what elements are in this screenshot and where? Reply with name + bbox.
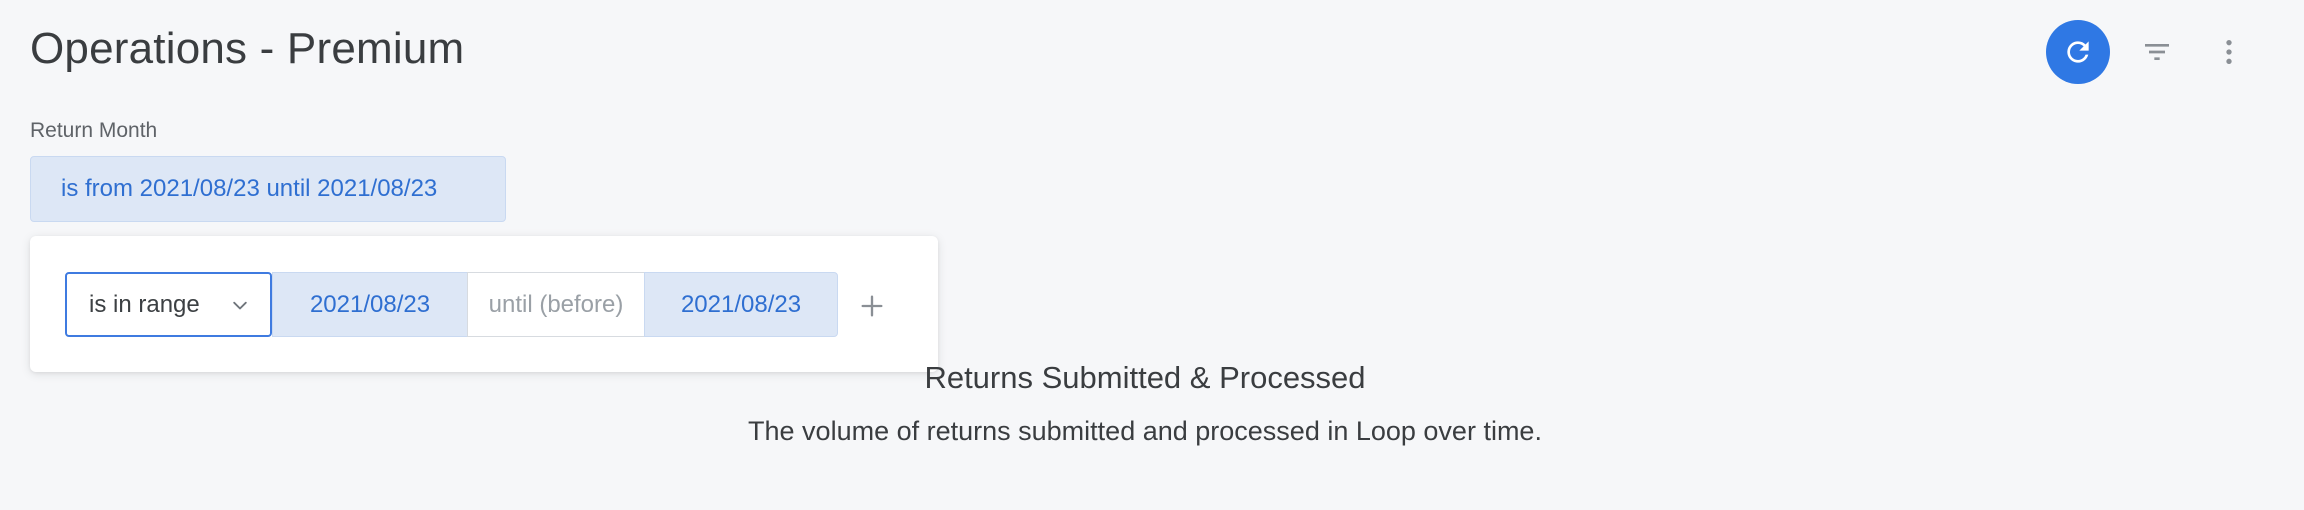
- until-label: until (before): [467, 272, 645, 337]
- more-vert-icon: [2226, 40, 2232, 64]
- operator-value: is in range: [89, 290, 200, 318]
- add-condition-button[interactable]: [852, 286, 892, 326]
- chevron-down-icon: [233, 301, 247, 310]
- filter-button[interactable]: [2133, 28, 2181, 76]
- refresh-icon: [2067, 41, 2089, 63]
- operator-select[interactable]: is in range: [65, 272, 272, 337]
- more-options-button[interactable]: [2205, 28, 2253, 76]
- start-date-input[interactable]: 2021/08/23: [272, 272, 468, 337]
- filter-icon: [2145, 44, 2169, 60]
- tile-subtitle: The volume of returns submitted and proc…: [748, 416, 1542, 446]
- refresh-button[interactable]: [2046, 20, 2110, 84]
- filter-label: Return Month: [30, 119, 158, 142]
- page-title: Operations - Premium: [30, 24, 465, 73]
- tile-title: Returns Submitted & Processed: [924, 360, 1366, 395]
- dashboard-page: Operations - Premium Return Month is fro…: [0, 0, 2304, 510]
- end-date-input[interactable]: 2021/08/23: [644, 272, 838, 337]
- plus-icon: [861, 295, 883, 317]
- return-month-filter-chip[interactable]: is from 2021/08/23 until 2021/08/23: [30, 156, 506, 222]
- filter-popover: is in range 2021/08/23 until (before) 20…: [30, 236, 938, 372]
